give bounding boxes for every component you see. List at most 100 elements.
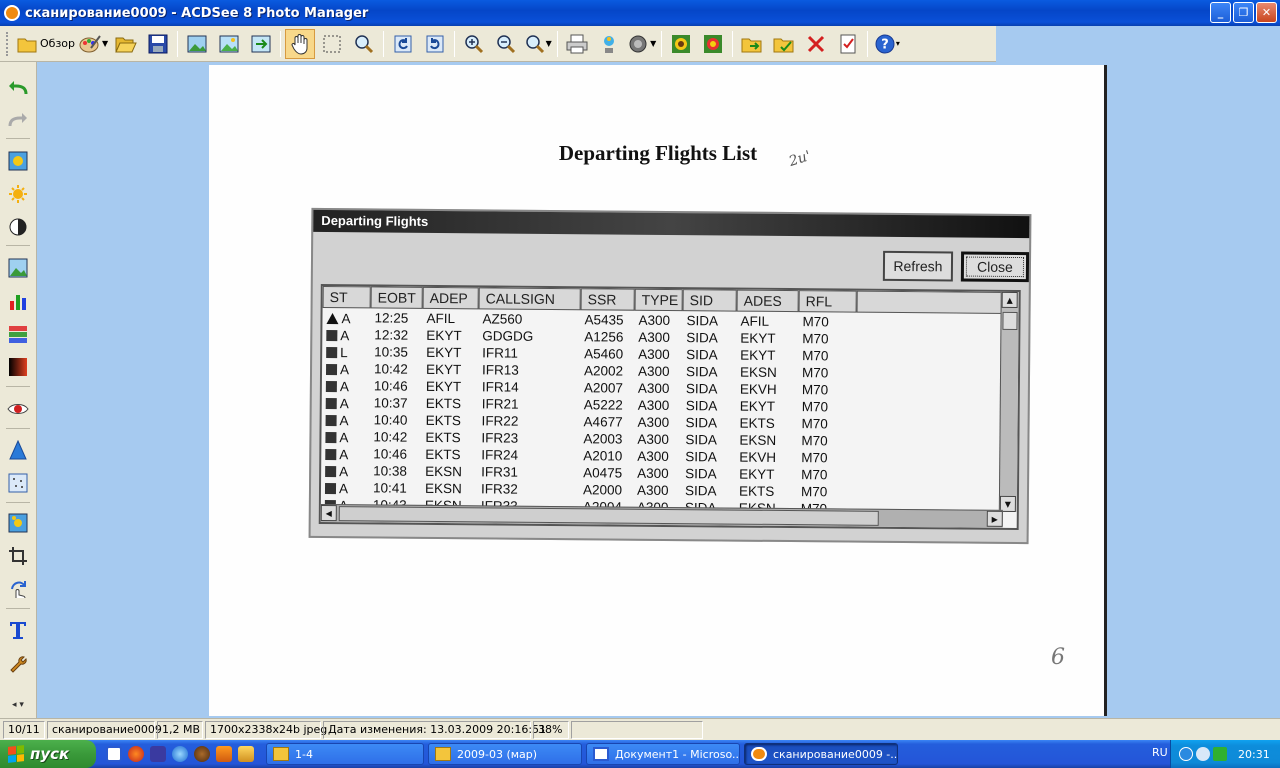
task-word-document[interactable]: Документ1 - Microso...	[586, 743, 740, 765]
cell-st: A	[322, 327, 370, 344]
select-tool-button[interactable]	[317, 29, 347, 59]
task-label: 1-4	[295, 747, 313, 761]
noise-button[interactable]	[6, 471, 30, 495]
floppy-quicklaunch-icon[interactable]	[150, 746, 166, 762]
crop-button[interactable]	[6, 544, 30, 568]
window-controls: _ ❐ ✕	[1210, 2, 1277, 23]
photo-effects-button[interactable]	[666, 29, 696, 59]
undo-button[interactable]	[6, 76, 30, 100]
cell-adep: EKSN	[425, 463, 462, 480]
column-header-rfl: RFL	[798, 290, 857, 313]
cell-ades: EKVH	[739, 449, 777, 465]
clock: 20:31	[1238, 747, 1270, 761]
image-viewer[interactable]: Departing Flights List 2и' 6 Departing F…	[37, 62, 1280, 718]
rotate-right-button[interactable]	[420, 29, 450, 59]
add-image-button[interactable]	[182, 29, 212, 59]
cell-ssr: A2010	[583, 448, 623, 464]
pan-tool-button[interactable]	[285, 28, 316, 59]
zoom-menu-button[interactable]: ▼	[523, 29, 553, 59]
close-window-button[interactable]: ✕	[1256, 2, 1277, 23]
cell-sid: SIDA	[685, 381, 718, 397]
cell-ades: EKSN	[739, 432, 777, 448]
contrast-button[interactable]	[6, 215, 30, 239]
chevron-down-icon[interactable]: ▼	[546, 39, 552, 48]
cell-st: A	[321, 446, 369, 463]
cell-adep: EKTS	[425, 395, 462, 412]
help-button[interactable]: ? ▾	[872, 29, 902, 59]
save-button[interactable]	[143, 29, 173, 59]
start-button[interactable]: пуск	[0, 740, 96, 768]
task-folder-2009-03[interactable]: 2009-03 (мар)	[428, 743, 582, 765]
minimize-button[interactable]: _	[1210, 2, 1231, 23]
network-icon[interactable]	[1196, 747, 1210, 761]
winamp-icon[interactable]	[238, 746, 254, 762]
resize-button[interactable]	[6, 511, 30, 535]
zoom-out-button[interactable]	[491, 29, 521, 59]
zoom-tool-button[interactable]	[349, 29, 379, 59]
task-folder-1-4[interactable]: 1-4	[266, 743, 424, 765]
export-image-button[interactable]	[246, 29, 276, 59]
cell-callsign: IFR14	[481, 379, 519, 395]
word-quicklaunch-icon[interactable]	[106, 746, 122, 762]
acquire-image-button[interactable]	[214, 29, 244, 59]
cell-type: A300	[638, 346, 670, 362]
status-square-icon	[325, 397, 337, 410]
color-balance-button[interactable]	[6, 322, 30, 346]
grayscale-button[interactable]	[6, 355, 30, 379]
open-button[interactable]	[111, 29, 141, 59]
maximize-button[interactable]: ❐	[1233, 2, 1254, 23]
vlc-icon[interactable]	[216, 746, 232, 762]
acdsee-app-icon[interactable]	[4, 5, 20, 21]
language-indicator[interactable]: RU	[1152, 746, 1168, 759]
print-button[interactable]	[562, 29, 592, 59]
delete-button[interactable]	[801, 29, 831, 59]
cell-sid: SIDA	[684, 483, 717, 499]
internet-explorer-icon[interactable]	[172, 746, 188, 762]
properties-button[interactable]	[833, 29, 863, 59]
slideshow-button[interactable]: ▼	[626, 29, 657, 59]
histogram-icon	[10, 295, 26, 310]
photo-fix-button[interactable]	[6, 149, 30, 173]
levels-button[interactable]	[6, 289, 30, 313]
rotate-left-icon	[394, 35, 412, 52]
status-dimensions: 1700x2338x24b jpeg	[205, 720, 327, 739]
redo-button[interactable]	[6, 108, 30, 132]
cell-type: A300	[637, 363, 670, 379]
tray-show-icon[interactable]	[1179, 747, 1193, 761]
browse-button[interactable]: Обзор	[16, 29, 76, 59]
red-eye-button[interactable]	[698, 29, 728, 59]
edit-image-button[interactable]: ▼	[78, 29, 109, 59]
taskbar: пуск 1-4 2009-03 (мар) Документ1 - Micro…	[0, 740, 1280, 768]
tray-app-icon[interactable]	[1213, 747, 1227, 761]
document-heading: Departing Flights List	[558, 141, 758, 165]
opera-icon[interactable]	[128, 746, 144, 762]
wallpaper-button[interactable]	[594, 29, 624, 59]
rotate-left-button[interactable]	[388, 29, 418, 59]
zoom-in-button[interactable]	[459, 29, 489, 59]
scroll-right-icon: ▶	[986, 510, 1003, 527]
noise-icon	[8, 473, 28, 493]
tools-button[interactable]	[6, 651, 30, 675]
left-toolbar-scroll[interactable]: ◂ ▾	[6, 698, 30, 712]
cell-st: A	[321, 463, 369, 480]
media-player-icon[interactable]	[194, 746, 210, 762]
sharpen-icon	[9, 440, 27, 460]
task-acdsee[interactable]: сканирование0009 -...	[744, 743, 898, 765]
text-tool-button[interactable]	[6, 618, 30, 642]
toolbar-grip[interactable]	[6, 31, 9, 56]
status-code: A	[339, 362, 350, 378]
toolbar-overflow-icon[interactable]: ▾	[896, 39, 900, 48]
move-to-folder-button[interactable]	[737, 29, 767, 59]
chevron-down-icon[interactable]: ▼	[650, 39, 656, 48]
adjust-image-button[interactable]	[6, 256, 30, 280]
hand-icon	[291, 33, 308, 55]
chevron-down-icon[interactable]: ▼	[102, 39, 108, 48]
vertical-scrollbar: ▲ ▼	[998, 291, 1019, 513]
copy-to-folder-button[interactable]	[769, 29, 799, 59]
brightness-button[interactable]	[6, 182, 30, 206]
status-filesize: 1,2 MB	[157, 720, 203, 739]
sharpen-button[interactable]	[6, 438, 30, 462]
red-eye-reduction-button[interactable]	[6, 397, 30, 421]
cell-eobt: 10:46	[373, 446, 408, 462]
rotate-button[interactable]	[6, 577, 30, 601]
